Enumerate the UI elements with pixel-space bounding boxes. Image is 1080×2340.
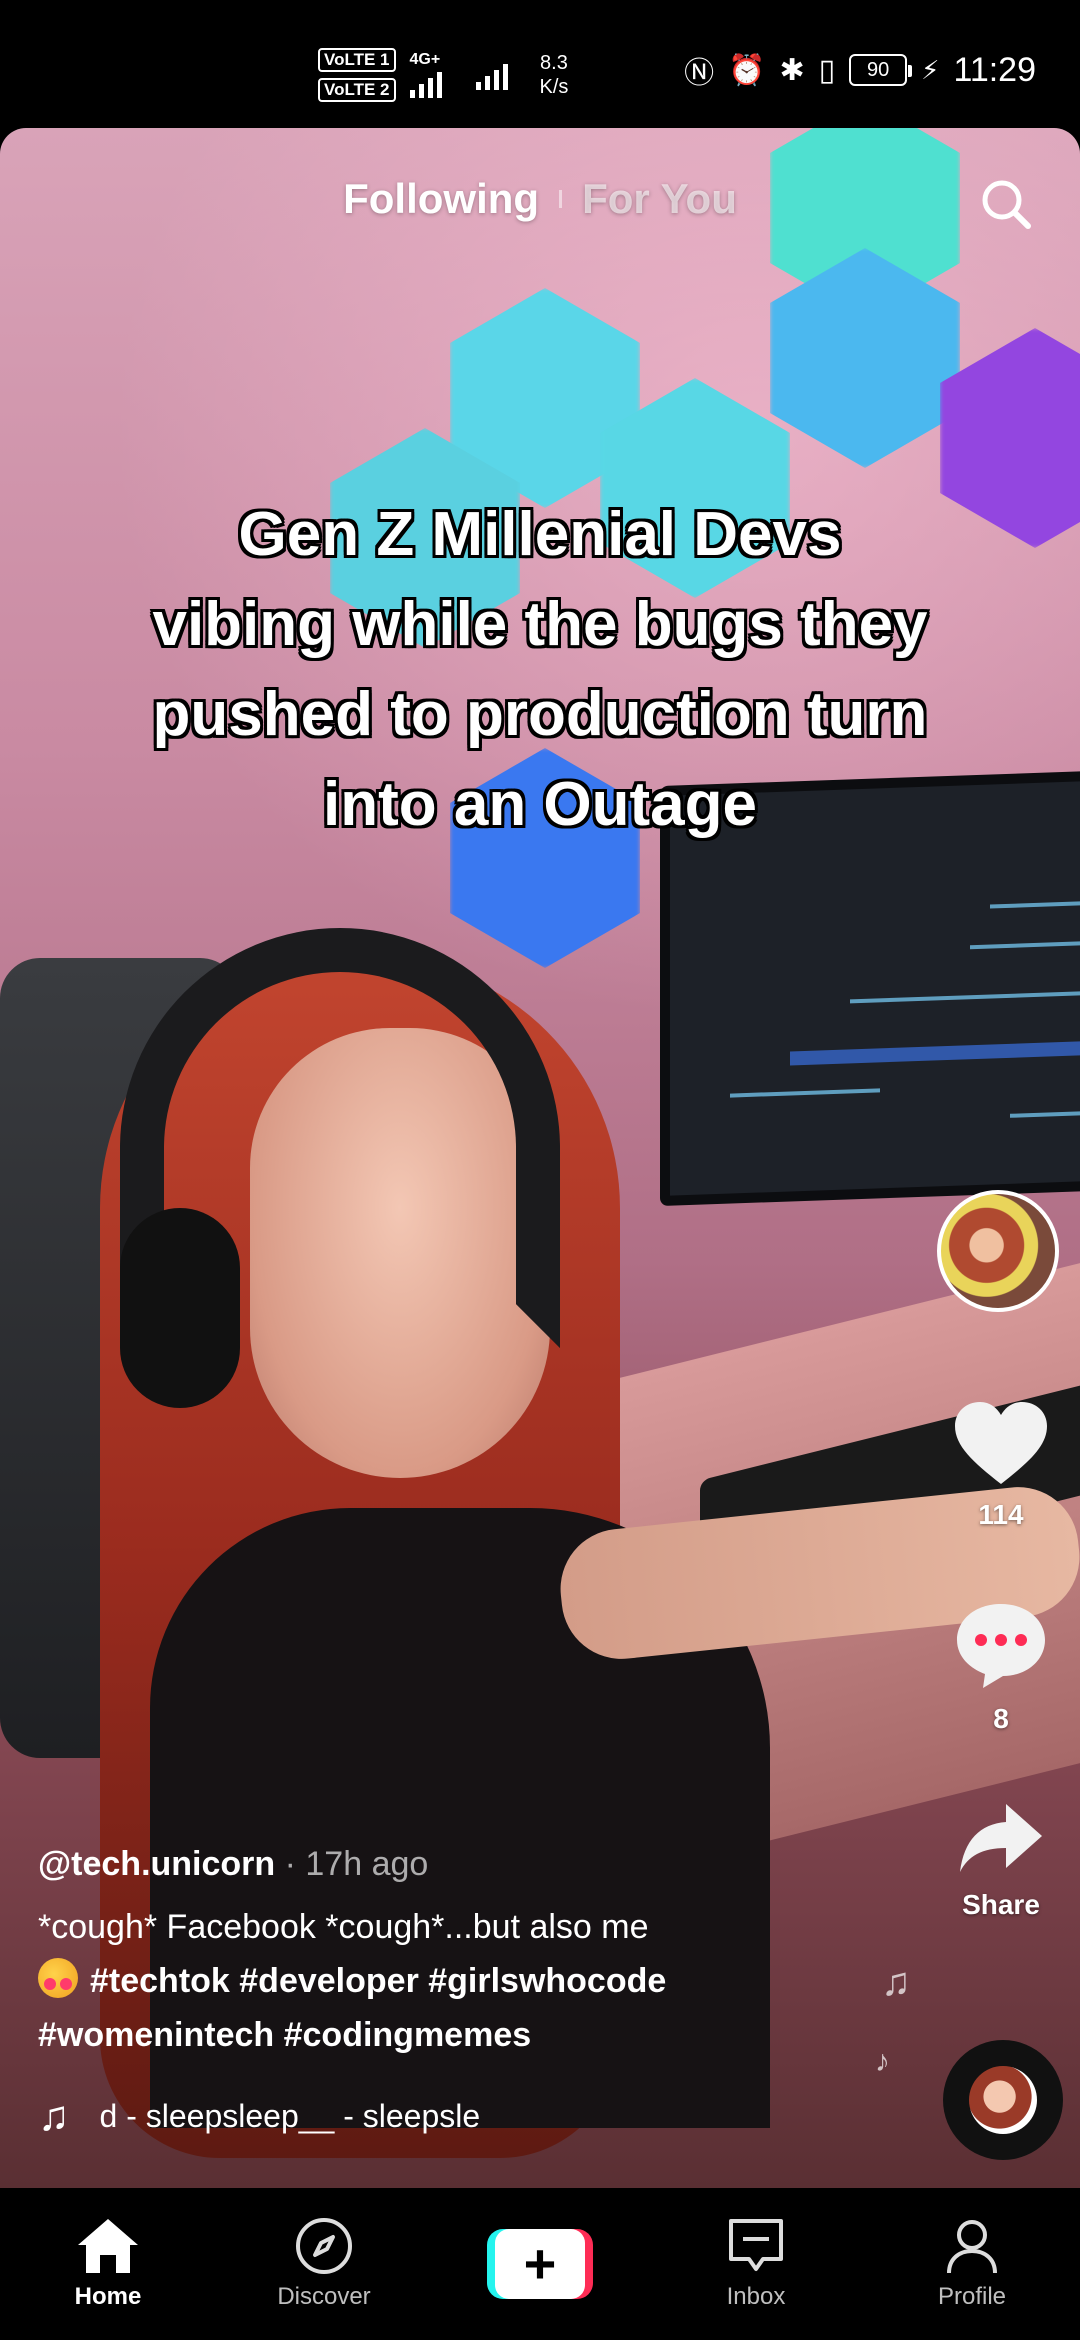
speed-unit: K/s	[539, 76, 569, 98]
plus-icon: +	[495, 2229, 585, 2299]
creator-avatar[interactable]	[937, 1190, 1059, 1312]
comment-count: 8	[993, 1703, 1009, 1734]
description-text: *cough* Facebook *cough*...but also me	[38, 1908, 649, 1946]
nav-inbox-label: Inbox	[726, 2283, 786, 2310]
separator-dot: ·	[275, 1845, 306, 1883]
share-arrow-icon	[960, 1804, 1042, 1872]
headphone-earcup	[120, 1208, 240, 1408]
signal2-icon	[475, 60, 508, 90]
bottom-navigation: Home Discover + Inbox Profile	[0, 2188, 1080, 2340]
nav-profile-label: Profile	[937, 2283, 1007, 2310]
nav-inbox[interactable]: Inbox	[666, 2217, 846, 2311]
author-username[interactable]: @tech.unicorn	[38, 1845, 275, 1883]
tab-for-you[interactable]: For You	[582, 175, 737, 223]
video-caption: Gen Z Millenial Devs vibing while the bu…	[152, 500, 928, 839]
tab-following[interactable]: Following	[343, 175, 539, 223]
tab-divider	[559, 190, 563, 208]
volte-indicators: VoLTE 1 VoLTE 2	[318, 48, 396, 102]
music-note-icon: ♪	[875, 2045, 890, 2078]
battery-icon: 90	[849, 54, 913, 86]
nav-discover-label: Discover	[277, 2283, 371, 2310]
comment-icon	[957, 1604, 1045, 1688]
nav-discover[interactable]: Discover	[234, 2217, 414, 2311]
compass-icon	[296, 2218, 352, 2274]
network-type: 4G+	[409, 51, 441, 68]
search-icon	[982, 180, 1031, 229]
hashtags[interactable]: #techtok #developer #girlswhocode	[90, 1962, 666, 2000]
post-time: 17h ago	[305, 1845, 429, 1883]
hugging-emoji-icon	[38, 1958, 78, 1998]
like-button[interactable]: 114	[931, 1400, 1071, 1531]
feed-tabs: Following For You	[0, 175, 1080, 223]
music-info[interactable]: ♫ d - sleepsleep__ - sleepsle	[38, 2092, 530, 2140]
status-right: Ⓝ ⏰ ✱ ▯ 90 ⚡ 11:29	[684, 48, 1036, 92]
inbox-icon	[729, 2219, 783, 2271]
like-count: 114	[978, 1499, 1024, 1530]
share-button[interactable]: Share	[931, 1800, 1071, 1921]
music-title: d - sleepsleep__ - sleepsle	[99, 2097, 481, 2134]
comment-button[interactable]: 8	[931, 1600, 1071, 1735]
search-button[interactable]	[978, 176, 1034, 232]
music-disc[interactable]	[943, 2040, 1063, 2160]
nfc-icon: Ⓝ	[684, 57, 715, 90]
network-speed: 8.3 K/s	[540, 51, 569, 99]
create-button[interactable]: +	[487, 2229, 593, 2299]
volte2-badge: VoLTE 2	[318, 78, 396, 102]
profile-icon	[947, 2220, 997, 2274]
post-info: @tech.unicorn · 17h ago *cough* Facebook…	[38, 1842, 778, 2062]
status-left: VoLTE 1 VoLTE 2 4G+ 8.3 K/s	[318, 48, 568, 102]
charging-icon: ⚡	[921, 54, 940, 85]
status-bar: VoLTE 1 VoLTE 2 4G+ 8.3 K/s Ⓝ ⏰ ✱ ▯ 90 ⚡…	[0, 0, 1080, 128]
home-icon	[78, 2219, 138, 2273]
post-description[interactable]: *cough* Facebook *cough*...but also me #…	[38, 1900, 778, 2062]
hashtag-line: #techtok #developer #girlswhocode	[38, 1954, 778, 2008]
hashtags[interactable]: #womenintech #codingmemes	[38, 2008, 778, 2062]
heart-icon	[955, 1402, 1047, 1484]
music-note-icon: ♫	[881, 1960, 911, 2004]
nav-profile[interactable]: Profile	[882, 2217, 1062, 2311]
music-note-icon: ♫	[38, 2092, 70, 2139]
nav-home-label: Home	[74, 2283, 142, 2310]
speed-value: 8.3	[540, 52, 568, 74]
share-label: Share	[962, 1889, 1040, 1920]
sound-avatar	[969, 2066, 1037, 2134]
volte1-badge: VoLTE 1	[318, 48, 396, 72]
author-line: @tech.unicorn · 17h ago	[38, 1842, 778, 1886]
clock: 11:29	[953, 50, 1036, 89]
alarm-icon: ⏰	[728, 53, 766, 87]
signal1-icon: 4G+	[409, 51, 442, 98]
floating-music-notes: ♫ ♪	[875, 1960, 911, 2079]
vibrate-icon: ▯	[818, 53, 836, 87]
nav-create[interactable]: +	[450, 2229, 630, 2299]
nav-home[interactable]: Home	[18, 2217, 198, 2311]
bluetooth-icon: ✱	[779, 53, 805, 87]
